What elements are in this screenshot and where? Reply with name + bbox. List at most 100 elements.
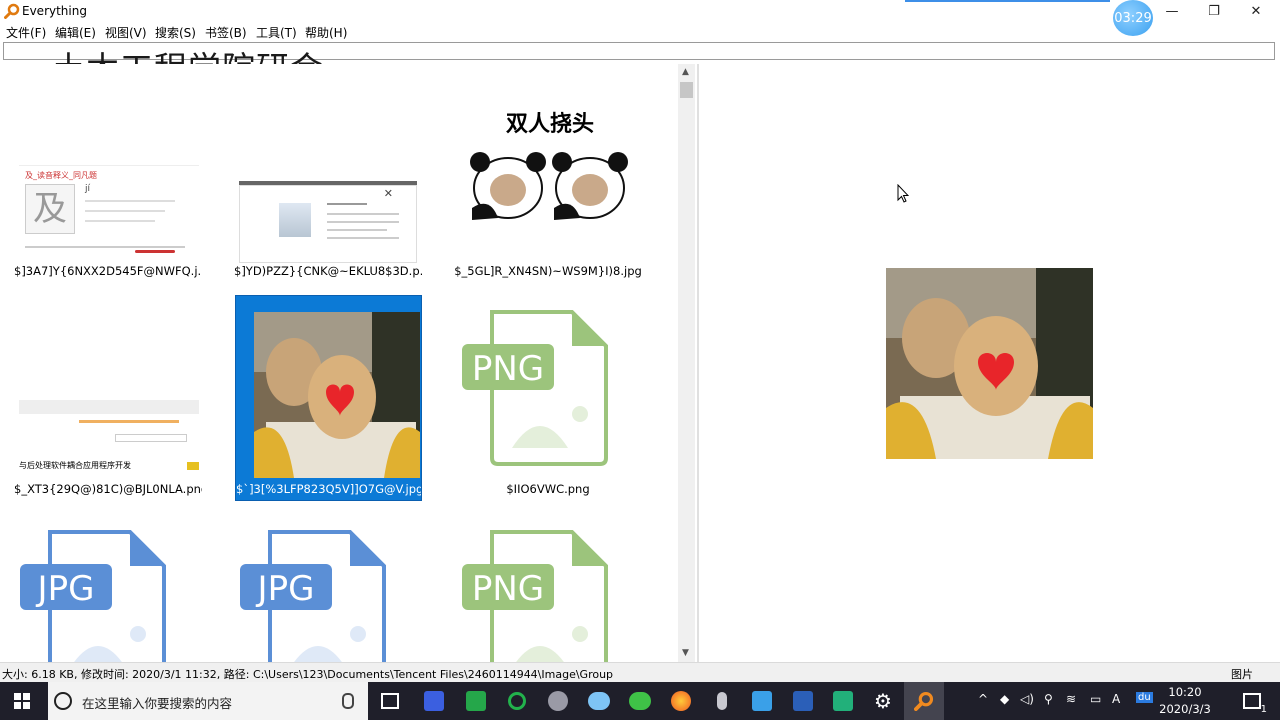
web-header [19, 400, 199, 414]
windows-logo-icon [14, 693, 30, 709]
taskbar-app-recorder[interactable] [702, 682, 742, 720]
preview-image [886, 268, 1093, 459]
notification-count: 1 [1260, 704, 1267, 715]
baidu-paw-icon [424, 691, 444, 711]
ime-indicator[interactable]: A [1112, 692, 1120, 706]
panda-faces-icon [470, 152, 628, 220]
doc-screenshot-image: 及_读音释义_同凡题 及 jí [19, 165, 199, 258]
close-button[interactable]: ✕ [1234, 0, 1278, 22]
clock-date: 2020/3/3 [1159, 702, 1211, 716]
tray-search-icon[interactable]: ⚲ [1044, 692, 1053, 706]
windows-taskbar: 在这里输入你要搜索的内容 ⚙ ^ ◆ ◁) ⚲ ≋ ▭ A du 10:20 2… [0, 682, 1280, 720]
photo-heart-image [254, 312, 420, 478]
taskbar-app-disk[interactable] [538, 682, 578, 720]
scrollbar-thumb[interactable] [680, 82, 693, 98]
dialog-close-icon: ✕ [383, 187, 393, 200]
status-bar: 大小: 6.18 KB, 修改时间: 2020/3/1 11:32, 路径: C… [0, 662, 1280, 682]
dialog-screenshot-image: ✕ [239, 181, 417, 263]
doc-underline [135, 250, 175, 253]
doc-title: 及_读音释义_同凡题 [25, 171, 97, 180]
taskbar-app-baidu[interactable] [414, 682, 454, 720]
mouse-cursor-icon [897, 184, 909, 203]
disk-app-icon [548, 691, 568, 711]
tray-app-icon[interactable]: ◆ [1000, 692, 1009, 706]
taskbar-app-green[interactable] [456, 682, 496, 720]
jpg-file-icon: JPG [240, 530, 386, 662]
web-nav [79, 420, 179, 423]
taskbar-app-360[interactable] [497, 682, 537, 720]
dialog-line [327, 221, 399, 223]
thumbnail-item[interactable]: 与后处理软件耦合应用程序开发 $_XT3{29Q@)81C)@BJL0NLA.p… [14, 294, 202, 500]
taskbar-clock[interactable]: 10:20 2020/3/3 [1150, 684, 1220, 718]
volume-icon[interactable]: ◁) [1020, 692, 1034, 706]
firefox-icon [671, 691, 691, 711]
doc-line [85, 220, 155, 222]
taskbar-app-word[interactable] [783, 682, 823, 720]
dialog-line [327, 203, 367, 205]
thumbnail-filename: $`]3[%3LFP823Q5V]]O7G@V.jpg [236, 482, 421, 496]
task-view-icon [381, 693, 399, 709]
thumbnail-item[interactable]: JPG [14, 514, 202, 662]
cloud-app-icon [588, 692, 610, 710]
status-file-type: 图片 [1231, 668, 1253, 681]
file-type-label: PNG [472, 569, 544, 609]
file-type-label: PNG [472, 349, 544, 389]
wifi-icon[interactable]: ≋ [1066, 692, 1076, 706]
thumbnail-filename: $]3A7]Y{6NXX2D545F@NWFQ.j... [14, 264, 202, 278]
jpg-file-icon: JPG [20, 530, 166, 662]
action-center-button[interactable]: 1 [1232, 682, 1272, 720]
maximize-button[interactable]: ❐ [1192, 0, 1236, 22]
thumbnail-item[interactable]: PNG [454, 514, 642, 662]
web-screenshot-image: 与后处理软件耦合应用程序开发 [19, 400, 199, 476]
microphone-icon[interactable] [342, 693, 354, 709]
taskbar-app-word-blue[interactable] [742, 682, 782, 720]
taskbar-app-wechat[interactable] [620, 682, 660, 720]
everything-search-icon [914, 691, 934, 711]
file-type-label: JPG [36, 569, 95, 609]
menu-view[interactable]: 视图(V) [105, 24, 147, 41]
scroll-down-icon[interactable]: ▼ [682, 648, 689, 658]
doc-pinyin: jí [85, 184, 91, 194]
taskbar-search-box[interactable]: 在这里输入你要搜索的内容 [48, 682, 368, 720]
wechat-icon [629, 692, 651, 710]
doc-line [85, 210, 165, 212]
notification-icon: 1 [1243, 693, 1267, 715]
tray-chevron-up-icon[interactable]: ^ [978, 692, 988, 706]
gear-icon: ⚙ [874, 689, 892, 713]
thumbnail-item[interactable]: 双人挠头 $_5GL]R_XN4SN)~WS9M}I)8.jpg [454, 64, 642, 278]
vertical-scrollbar[interactable]: ▲ ▼ [678, 64, 695, 662]
web-badge [187, 462, 199, 470]
thumbnail-view[interactable]: 及_读音释义_同凡题 及 jí $]3A7]Y{6NXX2D545F@NWFQ.… [0, 64, 678, 662]
taskbar-app-everything[interactable] [904, 682, 944, 720]
taskbar-app-cloud[interactable] [579, 682, 619, 720]
preview-pane [699, 64, 1280, 662]
thumbnail-item[interactable]: PNG $IIO6VWC.png [454, 294, 642, 500]
taskbar-app-x[interactable] [823, 682, 863, 720]
scroll-up-icon[interactable]: ▲ [682, 67, 689, 77]
menu-search[interactable]: 搜索(S) [155, 24, 196, 41]
menu-help[interactable]: 帮助(H) [305, 24, 347, 41]
menu-edit[interactable]: 编辑(E) [55, 24, 96, 41]
menu-file[interactable]: 文件(F) [6, 24, 46, 41]
search-placeholder: 在这里输入你要搜索的内容 [82, 696, 233, 711]
menu-tools[interactable]: 工具(T) [256, 24, 297, 41]
thumbnail-filename: $_5GL]R_XN4SN)~WS9M}I)8.jpg [454, 264, 642, 278]
start-button[interactable] [2, 682, 42, 720]
thumbnail-item[interactable]: JPG [234, 514, 422, 662]
minimize-button[interactable]: — [1150, 0, 1194, 22]
status-file-info: 大小: 6.18 KB, 修改时间: 2020/3/1 11:32, 路径: C… [2, 668, 614, 681]
everything-app-icon [4, 3, 20, 19]
taskbar-app-firefox[interactable] [661, 682, 701, 720]
window-title: Everything [22, 4, 87, 18]
menu-bookmarks[interactable]: 书签(B) [205, 24, 247, 41]
microphone-app-icon [717, 692, 727, 710]
doc-line [25, 246, 185, 248]
task-view-button[interactable] [370, 682, 410, 720]
taskbar-app-settings[interactable]: ⚙ [863, 682, 903, 720]
recording-indicator-strip [905, 0, 1110, 2]
thumbnail-item-selected[interactable]: $`]3[%3LFP823Q5V]]O7G@V.jpg [235, 295, 422, 501]
green-app-icon [466, 691, 486, 711]
clock-time: 10:20 [1168, 685, 1202, 699]
dialog-line [327, 229, 387, 231]
battery-icon[interactable]: ▭ [1090, 692, 1101, 706]
